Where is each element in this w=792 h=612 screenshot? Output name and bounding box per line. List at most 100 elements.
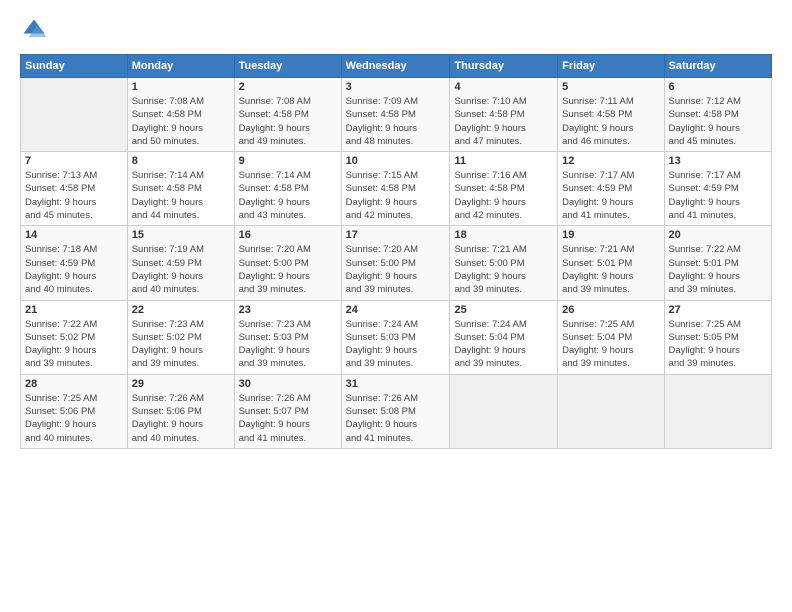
day-of-week-header: Thursday [450, 55, 558, 78]
day-number: 28 [25, 378, 123, 390]
calendar-cell: 25Sunrise: 7:24 AM Sunset: 5:04 PM Dayli… [450, 300, 558, 374]
logo-icon [20, 16, 48, 44]
day-number: 11 [454, 155, 553, 167]
calendar-cell: 12 Sunrise: 7:17 AM Sunset: 4:59 PM Dayli… [558, 152, 664, 226]
calendar-cell: 21Sunrise: 7:22 AM Sunset: 5:02 PM Dayli… [21, 300, 128, 374]
day-number: 29 [132, 378, 230, 390]
day-info: Sunrise: 7:23 AM Sunset: 5:03 PM Dayligh… [239, 318, 337, 371]
calendar-cell: 17 Sunrise: 7:20 AM Sunset: 5:00 PM Dayli… [341, 226, 450, 300]
day-number: 13 [669, 155, 767, 167]
day-number: 2 [239, 81, 337, 93]
calendar-cell: 30Sunrise: 7:26 AM Sunset: 5:07 PM Dayli… [234, 374, 341, 448]
calendar-cell: 13 Sunrise: 7:17 AM Sunset: 4:59 PM Dayli… [664, 152, 771, 226]
day-of-week-header: Tuesday [234, 55, 341, 78]
calendar-cell: 23Sunrise: 7:23 AM Sunset: 5:03 PM Dayli… [234, 300, 341, 374]
calendar-cell [558, 374, 664, 448]
day-number: 7 [25, 155, 123, 167]
calendar-cell: 8 Sunrise: 7:14 AM Sunset: 4:58 PM Daylig… [127, 152, 234, 226]
day-number: 3 [346, 81, 446, 93]
calendar-cell: 31 Sunrise: 7:26 AM Sunset: 5:08 PM Dayli… [341, 374, 450, 448]
day-number: 4 [454, 81, 553, 93]
calendar-cell: 27 Sunrise: 7:25 AM Sunset: 5:05 PM Dayli… [664, 300, 771, 374]
day-info: Sunrise: 7:15 AM Sunset: 4:58 PM Dayligh… [346, 169, 446, 222]
header [20, 16, 772, 44]
calendar-cell: 20Sunrise: 7:22 AM Sunset: 5:01 PM Dayli… [664, 226, 771, 300]
day-number: 18 [454, 229, 553, 241]
calendar-cell: 16 Sunrise: 7:20 AM Sunset: 5:00 PM Dayli… [234, 226, 341, 300]
day-info: Sunrise: 7:26 AM Sunset: 5:08 PM Dayligh… [346, 392, 446, 445]
day-number: 26 [562, 304, 659, 316]
page: SundayMondayTuesdayWednesdayThursdayFrid… [0, 0, 792, 612]
day-number: 10 [346, 155, 446, 167]
calendar-cell: 14 Sunrise: 7:18 AM Sunset: 4:59 PM Dayli… [21, 226, 128, 300]
day-number: 12 [562, 155, 659, 167]
calendar-week-row: 14 Sunrise: 7:18 AM Sunset: 4:59 PM Dayli… [21, 226, 772, 300]
calendar-cell: 29 Sunrise: 7:26 AM Sunset: 5:06 PM Dayli… [127, 374, 234, 448]
day-info: Sunrise: 7:17 AM Sunset: 4:59 PM Dayligh… [669, 169, 767, 222]
day-info: Sunrise: 7:20 AM Sunset: 5:00 PM Dayligh… [346, 243, 446, 296]
day-info: Sunrise: 7:25 AM Sunset: 5:05 PM Dayligh… [669, 318, 767, 371]
day-info: Sunrise: 7:10 AM Sunset: 4:58 PM Dayligh… [454, 95, 553, 148]
day-info: Sunrise: 7:21 AM Sunset: 5:01 PM Dayligh… [562, 243, 659, 296]
day-number: 31 [346, 378, 446, 390]
calendar-cell: 4 Sunrise: 7:10 AM Sunset: 4:58 PM Daylig… [450, 78, 558, 152]
calendar-cell: 22 Sunrise: 7:23 AM Sunset: 5:02 PM Dayli… [127, 300, 234, 374]
day-number: 16 [239, 229, 337, 241]
calendar-cell [21, 78, 128, 152]
day-number: 8 [132, 155, 230, 167]
day-number: 17 [346, 229, 446, 241]
day-of-week-header: Monday [127, 55, 234, 78]
day-info: Sunrise: 7:16 AM Sunset: 4:58 PM Dayligh… [454, 169, 553, 222]
calendar-cell: 18Sunrise: 7:21 AM Sunset: 5:00 PM Dayli… [450, 226, 558, 300]
day-info: Sunrise: 7:14 AM Sunset: 4:58 PM Dayligh… [132, 169, 230, 222]
day-of-week-header: Wednesday [341, 55, 450, 78]
day-info: Sunrise: 7:12 AM Sunset: 4:58 PM Dayligh… [669, 95, 767, 148]
day-info: Sunrise: 7:22 AM Sunset: 5:01 PM Dayligh… [669, 243, 767, 296]
calendar-week-row: 21Sunrise: 7:22 AM Sunset: 5:02 PM Dayli… [21, 300, 772, 374]
day-number: 1 [132, 81, 230, 93]
day-info: Sunrise: 7:25 AM Sunset: 5:06 PM Dayligh… [25, 392, 123, 445]
calendar-cell: 15 Sunrise: 7:19 AM Sunset: 4:59 PM Dayli… [127, 226, 234, 300]
day-of-week-header: Friday [558, 55, 664, 78]
day-of-week-header: Sunday [21, 55, 128, 78]
day-info: Sunrise: 7:13 AM Sunset: 4:58 PM Dayligh… [25, 169, 123, 222]
day-info: Sunrise: 7:26 AM Sunset: 5:07 PM Dayligh… [239, 392, 337, 445]
calendar-cell: 5Sunrise: 7:11 AM Sunset: 4:58 PM Daylig… [558, 78, 664, 152]
day-info: Sunrise: 7:08 AM Sunset: 4:58 PM Dayligh… [239, 95, 337, 148]
day-info: Sunrise: 7:08 AM Sunset: 4:58 PM Dayligh… [132, 95, 230, 148]
calendar-cell: 11 Sunrise: 7:16 AM Sunset: 4:58 PM Dayli… [450, 152, 558, 226]
day-number: 15 [132, 229, 230, 241]
day-info: Sunrise: 7:11 AM Sunset: 4:58 PM Dayligh… [562, 95, 659, 148]
calendar-week-row: 1 Sunrise: 7:08 AM Sunset: 4:58 PM Daylig… [21, 78, 772, 152]
day-of-week-header: Saturday [664, 55, 771, 78]
day-number: 19 [562, 229, 659, 241]
day-number: 22 [132, 304, 230, 316]
day-number: 24 [346, 304, 446, 316]
day-info: Sunrise: 7:17 AM Sunset: 4:59 PM Dayligh… [562, 169, 659, 222]
day-info: Sunrise: 7:23 AM Sunset: 5:02 PM Dayligh… [132, 318, 230, 371]
day-info: Sunrise: 7:14 AM Sunset: 4:58 PM Dayligh… [239, 169, 337, 222]
day-info: Sunrise: 7:19 AM Sunset: 4:59 PM Dayligh… [132, 243, 230, 296]
day-info: Sunrise: 7:20 AM Sunset: 5:00 PM Dayligh… [239, 243, 337, 296]
calendar-cell [664, 374, 771, 448]
day-info: Sunrise: 7:24 AM Sunset: 5:03 PM Dayligh… [346, 318, 446, 371]
calendar-cell: 24 Sunrise: 7:24 AM Sunset: 5:03 PM Dayli… [341, 300, 450, 374]
day-number: 6 [669, 81, 767, 93]
day-info: Sunrise: 7:25 AM Sunset: 5:04 PM Dayligh… [562, 318, 659, 371]
calendar-cell: 26 Sunrise: 7:25 AM Sunset: 5:04 PM Dayli… [558, 300, 664, 374]
day-info: Sunrise: 7:24 AM Sunset: 5:04 PM Dayligh… [454, 318, 553, 371]
calendar-week-row: 7 Sunrise: 7:13 AM Sunset: 4:58 PM Daylig… [21, 152, 772, 226]
calendar-cell: 9Sunrise: 7:14 AM Sunset: 4:58 PM Daylig… [234, 152, 341, 226]
day-info: Sunrise: 7:18 AM Sunset: 4:59 PM Dayligh… [25, 243, 123, 296]
calendar-cell: 3 Sunrise: 7:09 AM Sunset: 4:58 PM Daylig… [341, 78, 450, 152]
day-number: 27 [669, 304, 767, 316]
calendar-cell: 28 Sunrise: 7:25 AM Sunset: 5:06 PM Dayli… [21, 374, 128, 448]
logo [20, 16, 52, 44]
calendar: SundayMondayTuesdayWednesdayThursdayFrid… [20, 54, 772, 449]
day-info: Sunrise: 7:09 AM Sunset: 4:58 PM Dayligh… [346, 95, 446, 148]
day-info: Sunrise: 7:26 AM Sunset: 5:06 PM Dayligh… [132, 392, 230, 445]
calendar-cell: 19 Sunrise: 7:21 AM Sunset: 5:01 PM Dayli… [558, 226, 664, 300]
calendar-cell: 1 Sunrise: 7:08 AM Sunset: 4:58 PM Daylig… [127, 78, 234, 152]
day-info: Sunrise: 7:22 AM Sunset: 5:02 PM Dayligh… [25, 318, 123, 371]
day-number: 14 [25, 229, 123, 241]
